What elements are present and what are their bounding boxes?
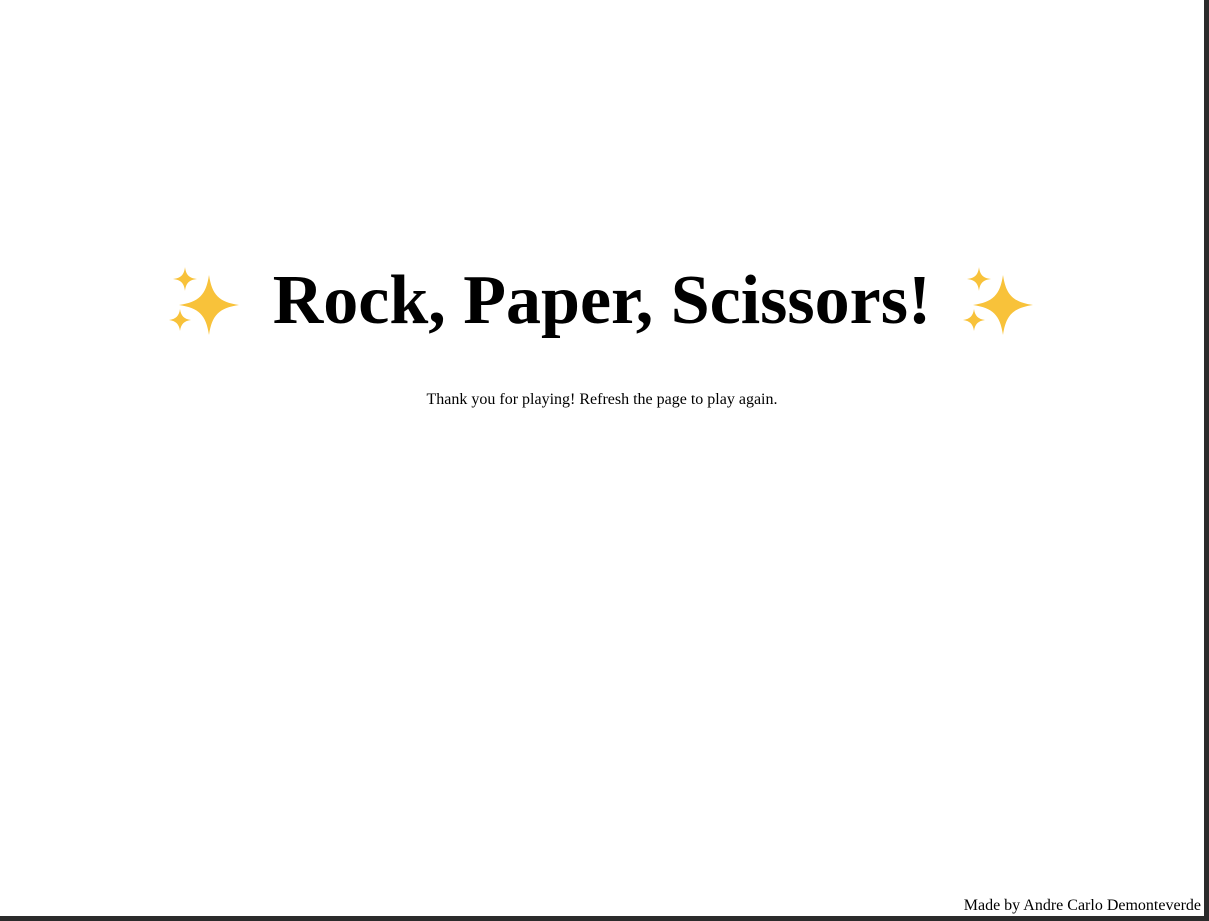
sparkles-icon — [961, 267, 1037, 335]
title-text: Rock, Paper, Scissors! — [272, 262, 932, 339]
footer-credit: Made by Andre Carlo Demonteverde — [963, 897, 1201, 914]
window-frame-right — [1204, 0, 1209, 921]
sparkles-icon — [167, 267, 243, 335]
window-frame-bottom — [0, 916, 1209, 921]
page-title: Rock, Paper, Scissors! — [0, 258, 1204, 344]
page-viewport: Rock, Paper, Scissors! Thank you for pla… — [0, 0, 1204, 916]
thank-you-message: Thank you for playing! Refresh the page … — [426, 391, 778, 408]
